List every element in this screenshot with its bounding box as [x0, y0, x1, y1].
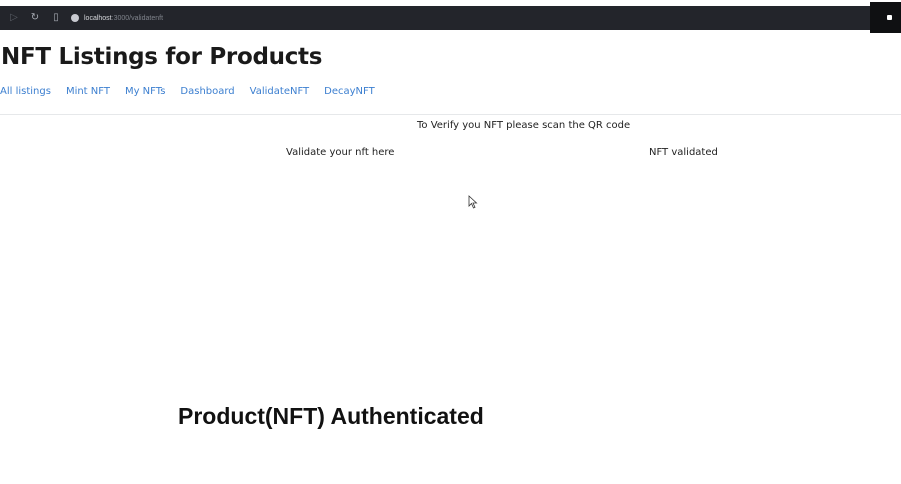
authentication-result: Product(NFT) Authenticated: [178, 403, 484, 429]
browser-extension-area: [870, 2, 901, 33]
bookmark-icon[interactable]: ▯: [49, 11, 63, 25]
reload-icon[interactable]: ↻: [28, 11, 42, 25]
nav-link-decay-nft[interactable]: DecayNFT: [324, 86, 375, 97]
extension-icon[interactable]: [887, 15, 892, 20]
nav-link-dashboard[interactable]: Dashboard: [180, 86, 234, 97]
site-info-icon[interactable]: [71, 14, 79, 22]
url-host: localhost: [84, 14, 112, 22]
url-path: :3000/validatenft: [111, 14, 164, 22]
nav-link-all-listings[interactable]: All listings: [0, 86, 51, 97]
nav-link-mint-nft[interactable]: Mint NFT: [66, 86, 110, 97]
nav-link-my-nfts[interactable]: My NFTs: [125, 86, 165, 97]
forward-icon[interactable]: ▷: [7, 11, 21, 25]
page-title: NFT Listings for Products: [1, 44, 323, 70]
main-nav: All listings Mint NFT My NFTs Dashboard …: [0, 86, 390, 97]
validation-status: NFT validated: [649, 147, 718, 158]
nav-link-validate-nft[interactable]: ValidateNFT: [250, 86, 309, 97]
validate-nft-label: Validate your nft here: [286, 147, 395, 158]
browser-toolbar: ▷ ↻ ▯ localhost:3000/validatenft: [0, 0, 901, 33]
browser-address-strip: ▷ ↻ ▯ localhost:3000/validatenft: [0, 6, 870, 30]
mouse-cursor-icon: [468, 195, 478, 209]
scan-instruction: To Verify you NFT please scan the QR cod…: [417, 120, 631, 131]
header-divider: [0, 114, 901, 115]
address-bar[interactable]: localhost:3000/validatenft: [71, 10, 163, 26]
